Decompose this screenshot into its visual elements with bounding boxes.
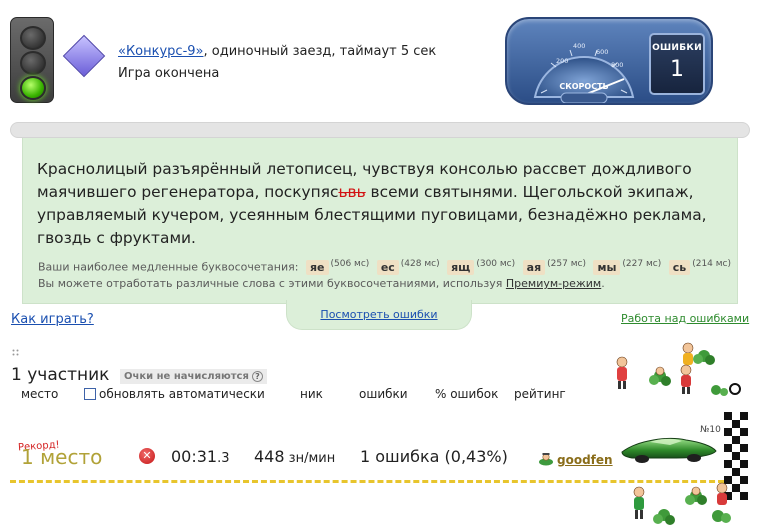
premium-link[interactable]: Премиум-режим (506, 277, 601, 290)
result-time-main: 00:31 (171, 447, 218, 466)
slow-combo: ая (522, 259, 546, 275)
close-icon[interactable]: ✕ (139, 448, 155, 464)
traffic-light-icon (10, 17, 54, 103)
help-icon[interactable]: ? (251, 371, 263, 382)
result-speed-value: 448 (254, 447, 285, 466)
slow-combo: ящ (447, 259, 475, 275)
race-car-icon (621, 438, 717, 463)
premium-text: Вы можете отработать различные слова с э… (38, 277, 506, 290)
slow-combo: сь (668, 259, 691, 275)
race-type-diamond-icon (62, 34, 106, 78)
slow-combos-line: Ваши наиболее медленные буквосочетания: … (38, 259, 731, 275)
work-on-errors-link[interactable]: Работа над ошибками (621, 312, 749, 325)
slow-combo: яе (305, 259, 329, 275)
auto-update-control[interactable]: обновлять автоматически (84, 387, 265, 401)
how-to-play-link[interactable]: Как играть? (11, 312, 94, 327)
race-progress-bar (10, 122, 750, 138)
result-place: 1 место (21, 445, 103, 469)
slow-combo-ms: (428 мс) (400, 259, 440, 269)
race-text-typo: ьвь (338, 183, 366, 201)
slow-combo: мы (593, 259, 621, 275)
column-rating: рейтинг (514, 387, 566, 401)
race-title: «Конкурс-9», одиночный заезд, таймаут 5 … (118, 44, 436, 59)
errors-counter: ОШИБКИ 1 (649, 33, 705, 95)
participants-count: 1 участник (11, 365, 110, 385)
column-errors-percent: % ошибок (435, 387, 499, 401)
slow-combo-ms: (300 мс) (476, 259, 516, 269)
slow-combo-ms: (227 мс) (622, 259, 662, 269)
result-time: 00:31.3 (171, 447, 230, 466)
speed-tick-600: 600 (596, 48, 608, 56)
speed-tick-800: 800 (611, 61, 623, 69)
race-title-details: , одиночный заезд, таймаут 5 сек (203, 44, 437, 59)
slow-combo-ms: (214 мс) (692, 259, 732, 269)
race-status: Игра окончена (118, 66, 220, 81)
slow-combo: ес (376, 259, 399, 275)
show-errors-link[interactable]: Посмотреть ошибки (320, 308, 437, 321)
spectators-top-icon (616, 342, 741, 396)
spectators-bottom-icon (633, 482, 731, 525)
result-time-fraction: .3 (217, 451, 230, 466)
auto-update-checkbox[interactable] (84, 388, 96, 400)
column-place: место (21, 387, 59, 401)
show-errors-tab: Посмотреть ошибки (286, 300, 472, 330)
no-points-badge: Очки не начисляются? (120, 369, 267, 384)
premium-text-end: . (601, 277, 605, 290)
speed-label: СКОРОСТЬ (559, 82, 608, 91)
errors-counter-label: ОШИБКИ (652, 43, 702, 53)
result-errors: 1 ошибка (0,43%) (360, 447, 508, 466)
traffic-light-red-lamp (20, 26, 46, 50)
result-speed: 448 зн/мин (254, 447, 335, 466)
slow-combo-ms: (257 мс) (547, 259, 586, 269)
column-nick: ник (300, 387, 323, 401)
user-avatar-icon (539, 453, 553, 466)
traffic-light-green-lamp (20, 76, 46, 100)
column-errors: ошибки (359, 387, 408, 401)
race-text-panel: Краснолицый разъярённый летописец, чувст… (22, 138, 738, 304)
auto-update-label: обновлять автоматически (99, 387, 265, 401)
premium-line: Вы можете отработать различные слова с э… (38, 277, 605, 290)
traffic-light-yellow-lamp (20, 51, 46, 75)
slow-combos-label: Ваши наиболее медленные буквосочетания: (38, 260, 299, 274)
user-nick-link[interactable]: goodfen (557, 453, 613, 467)
result-user: goodfen (538, 452, 613, 468)
race-mode-link[interactable]: «Конкурс-9» (118, 44, 204, 59)
dashboard-panel: 200 400 600 800 СКОРОСТЬ ОШИБКИ 1 (505, 17, 713, 105)
race-track-line (10, 480, 724, 483)
speedometer: 200 400 600 800 СКОРОСТЬ (533, 42, 635, 103)
race-text: Краснолицый разъярённый летописец, чувст… (37, 158, 727, 250)
grip-dots-icon (12, 349, 19, 356)
speed-tick-400: 400 (573, 42, 585, 50)
slow-combo-ms: (506 мс) (330, 259, 370, 269)
errors-counter-value: 1 (670, 57, 684, 82)
no-points-text: Очки не начисляются (124, 371, 249, 382)
result-speed-unit: зн/мин (284, 451, 336, 466)
speed-tick-200: 200 (556, 57, 568, 65)
